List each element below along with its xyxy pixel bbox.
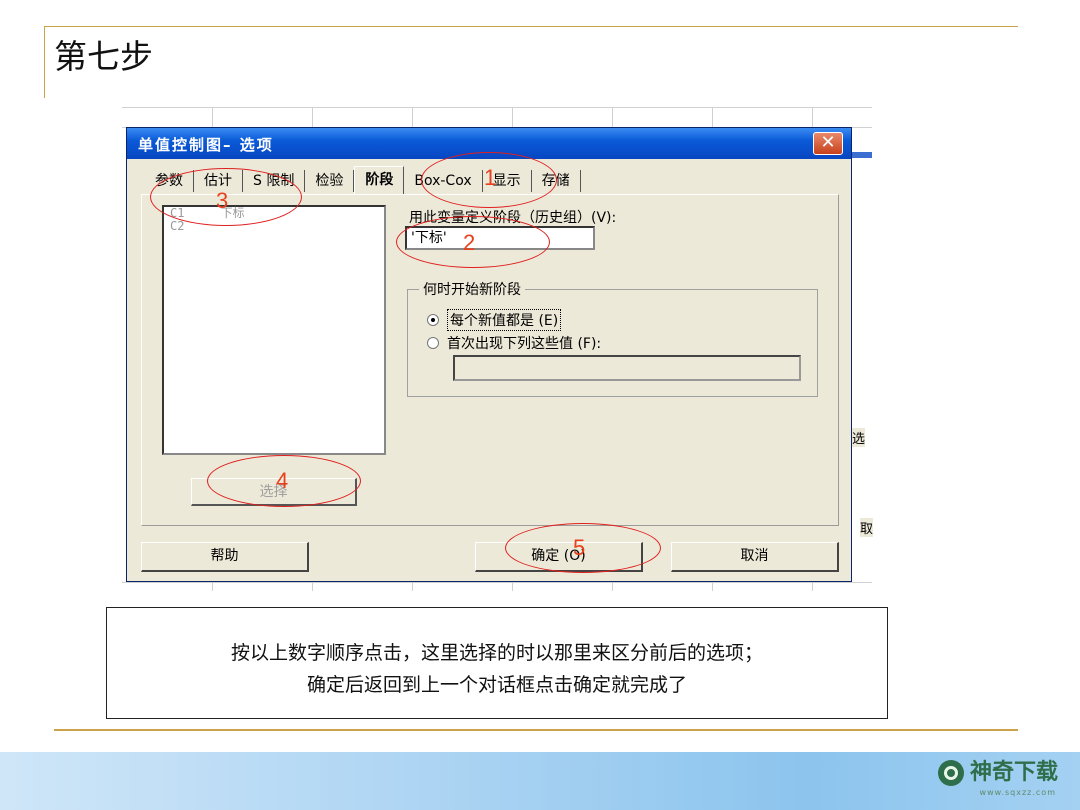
close-button[interactable]: ✕ xyxy=(813,132,843,155)
caption-line: 按以上数字顺序点击，这里选择的时以那里来区分前后的选项； xyxy=(230,642,763,664)
option-first-occurrence[interactable]: 首次出现下列这些值 (F): xyxy=(427,333,601,353)
annotation-number: 5 xyxy=(573,535,586,560)
top-rule xyxy=(44,26,1018,27)
annotation-number: 3 xyxy=(216,188,229,213)
background-fragment: 选 xyxy=(852,428,866,447)
annotation-number: 2 xyxy=(463,230,476,255)
option-label: 首次出现下列这些值 (F): xyxy=(447,336,602,352)
footer-band: 神奇下载 www.sqxzz.com xyxy=(0,752,1080,810)
radio-selected-icon[interactable] xyxy=(427,314,439,326)
logo-url: www.sqxzz.com xyxy=(979,788,1056,797)
slide-title: 第七步 xyxy=(54,37,153,76)
caption-line: 确定后返回到上一个对话框点击确定就完成了 xyxy=(306,674,687,696)
variable-list[interactable]: C1 下标 C2 xyxy=(162,205,386,455)
cancel-button[interactable]: 取消 xyxy=(671,542,839,572)
instruction-caption: 按以上数字顺序点击，这里选择的时以那里来区分前后的选项； 确定后返回到上一个对话… xyxy=(106,607,888,719)
bottom-rule xyxy=(54,729,1018,731)
first-occurrence-values-input[interactable] xyxy=(453,355,801,381)
variable-column: C2 xyxy=(170,219,185,233)
tab-stages[interactable]: 阶段 xyxy=(354,166,405,195)
new-stage-group-label: 何时开始新阶段 xyxy=(419,279,525,299)
option-each-new-value[interactable]: 每个新值都是 (E) xyxy=(427,309,562,331)
background-fragment: 取 xyxy=(860,518,874,537)
help-button[interactable]: 帮助 xyxy=(141,542,309,572)
window-edge xyxy=(852,152,872,158)
dialog-title: 单值控制图– 选项 xyxy=(138,136,274,154)
radio-unselected-icon[interactable] xyxy=(427,337,439,349)
sq-logo-icon xyxy=(937,760,964,786)
left-rule xyxy=(44,26,45,98)
annotation-number: 1 xyxy=(484,165,497,190)
logo-text: 神奇下载 xyxy=(969,760,1058,785)
option-label: 每个新值都是 (E) xyxy=(447,309,562,331)
annotation-number: 4 xyxy=(276,468,289,493)
site-logo: 神奇下载 xyxy=(937,760,1058,786)
tab-tests[interactable]: 检验 xyxy=(305,170,355,192)
